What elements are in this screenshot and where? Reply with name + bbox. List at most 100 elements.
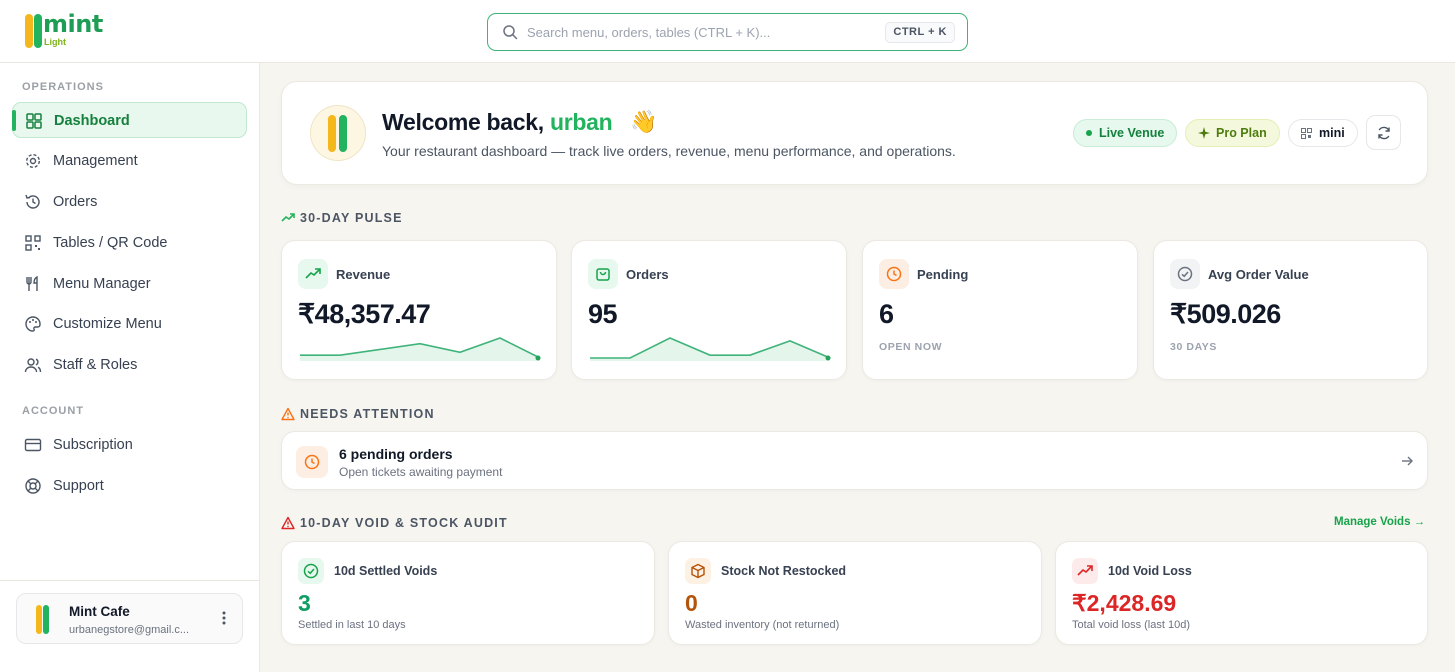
pro-plan-label: Pro Plan: [1216, 126, 1267, 140]
sidebar-item-support[interactable]: Support: [12, 468, 247, 504]
live-venue-label: Live Venue: [1099, 126, 1165, 140]
sidebar-divider: [0, 580, 259, 581]
check-circle-icon: [303, 563, 319, 579]
settled-voids-card[interactable]: 10d Settled Voids 3 Settled in last 10 d…: [281, 541, 655, 645]
trend-up-icon: [1077, 565, 1093, 576]
sparkline-end-dot: [535, 355, 541, 361]
wave-emoji: 👋: [630, 109, 658, 134]
pulse-title: 30-DAY PULSE: [300, 211, 403, 225]
search-icon: [503, 25, 518, 40]
profile-card[interactable]: Mint Cafe urbanegstore@gmail.c...: [16, 593, 243, 644]
sidebar-item-management[interactable]: Management: [12, 143, 247, 179]
stock-not-restocked-label: Stock Not Restocked: [721, 564, 847, 578]
sidebar-item-label: Dashboard: [54, 113, 130, 129]
search-input[interactable]: Search menu, orders, tables (CTRL + K)..…: [487, 13, 968, 51]
pending-icon-box: [879, 259, 909, 289]
revenue-sparkline: [300, 337, 541, 361]
revenue-icon-box: [298, 259, 328, 289]
revenue-value: ₹48,357.47: [298, 299, 431, 329]
sidebar-item-customize-menu[interactable]: Customize Menu: [12, 306, 247, 342]
qr-code-icon: [1301, 128, 1312, 139]
stock-not-restocked-caption: Wasted inventory (not returned): [685, 619, 840, 631]
shopping-bag-icon: [596, 268, 610, 281]
stock-not-restocked-card[interactable]: Stock Not Restocked 0 Wasted inventory (…: [668, 541, 1042, 645]
welcome-card: Welcome back, urban 👋 Your restaurant da…: [281, 81, 1428, 185]
manage-voids-link[interactable]: Manage Voids →: [1334, 516, 1425, 528]
arrow-right-icon[interactable]: [1400, 454, 1414, 468]
more-vertical-icon[interactable]: [222, 610, 226, 626]
pending-card[interactable]: Pending 6 OPEN NOW: [862, 240, 1138, 380]
sidebar-item-orders[interactable]: Orders: [12, 184, 247, 220]
orders-card[interactable]: Orders 95: [571, 240, 847, 380]
revenue-card[interactable]: Revenue ₹48,357.47: [281, 240, 557, 380]
pulse-section-title: 30-DAY PULSE: [281, 211, 403, 225]
sidebar-item-menu-manager[interactable]: Menu Manager: [12, 266, 247, 302]
utensils-icon: [26, 275, 38, 291]
pending-caption: OPEN NOW: [879, 341, 943, 353]
venue-label: mini: [1319, 126, 1345, 140]
welcome-username: urban: [549, 109, 613, 135]
pending-orders-alert[interactable]: 6 pending orders Open tickets awaiting p…: [281, 431, 1428, 490]
orders-label: Orders: [626, 267, 669, 282]
sidebar-item-staff-roles[interactable]: Staff & Roles: [12, 347, 247, 383]
venue-logo-bar-green: [339, 115, 347, 152]
users-icon: [24, 358, 42, 373]
sidebar-item-label: Support: [53, 478, 104, 494]
lifebuoy-icon: [25, 478, 41, 494]
refresh-button[interactable]: [1366, 115, 1401, 150]
alert-title: 6 pending orders: [339, 446, 453, 462]
active-indicator: [12, 110, 16, 131]
venue-logo: [310, 105, 366, 161]
logo-bar-yellow: [25, 14, 33, 48]
sidebar-item-label: Customize Menu: [53, 316, 162, 332]
sidebar-item-subscription[interactable]: Subscription: [12, 427, 247, 463]
clock-icon: [304, 454, 320, 470]
venue-badge[interactable]: mini: [1288, 119, 1358, 147]
brand-sub: Light: [44, 37, 66, 47]
sidebar-item-label: Subscription: [53, 437, 133, 453]
brand-logo[interactable]: mint Light: [23, 10, 113, 52]
trend-up-icon: [281, 213, 295, 222]
void-loss-icon-box: [1072, 558, 1098, 584]
sidebar-item-label: Menu Manager: [53, 276, 151, 292]
avg-order-value-card[interactable]: Avg Order Value ₹509.026 30 DAYS: [1153, 240, 1428, 380]
clock-icon: [886, 266, 902, 282]
orders-icon-box: [588, 259, 618, 289]
package-icon: [691, 563, 705, 579]
sidebar-item-label: Tables / QR Code: [53, 235, 168, 251]
void-loss-value: ₹2,428.69: [1072, 590, 1177, 616]
venue-logo-bar-yellow: [328, 115, 336, 152]
brand-name: mint: [43, 10, 103, 38]
sidebar-item-dashboard[interactable]: Dashboard: [12, 102, 247, 138]
aov-caption: 30 DAYS: [1170, 341, 1218, 353]
alert-subtitle: Open tickets awaiting payment: [339, 465, 503, 479]
section-title-operations: OPERATIONS: [22, 81, 104, 93]
trend-up-icon: [305, 268, 321, 279]
alert-icon-box: [296, 446, 328, 478]
audit-title: 10-DAY VOID & STOCK AUDIT: [300, 516, 508, 530]
profile-logo-bar-green: [43, 605, 49, 634]
section-title-account: ACCOUNT: [22, 405, 84, 417]
sidebar: OPERATIONS Dashboard Management Orders T…: [0, 63, 260, 672]
void-loss-card[interactable]: 10d Void Loss ₹2,428.69 Total void loss …: [1055, 541, 1428, 645]
credit-card-icon: [24, 438, 42, 452]
palette-icon: [25, 316, 41, 332]
shortcut-badge: CTRL + K: [885, 22, 955, 43]
dashboard-icon: [26, 113, 42, 129]
refresh-icon: [1378, 126, 1390, 140]
revenue-label: Revenue: [336, 267, 391, 282]
profile-name: Mint Cafe: [69, 604, 130, 619]
live-venue-badge: Live Venue: [1073, 119, 1178, 147]
aov-label: Avg Order Value: [1208, 267, 1309, 282]
logo-bar-green: [34, 14, 42, 48]
stock-not-restocked-value: 0: [685, 590, 698, 616]
settled-voids-caption: Settled in last 10 days: [298, 619, 406, 631]
top-bar: mint Light Search menu, orders, tables (…: [0, 0, 1455, 63]
search-placeholder: Search menu, orders, tables (CTRL + K)..…: [527, 25, 771, 40]
aov-icon-box: [1170, 259, 1200, 289]
check-circle-icon: [1177, 266, 1193, 282]
sidebar-item-tables-qr[interactable]: Tables / QR Code: [12, 225, 247, 261]
live-dot-icon: [1086, 130, 1092, 136]
void-loss-label: 10d Void Loss: [1108, 564, 1192, 578]
sidebar-item-label: Staff & Roles: [53, 357, 138, 373]
